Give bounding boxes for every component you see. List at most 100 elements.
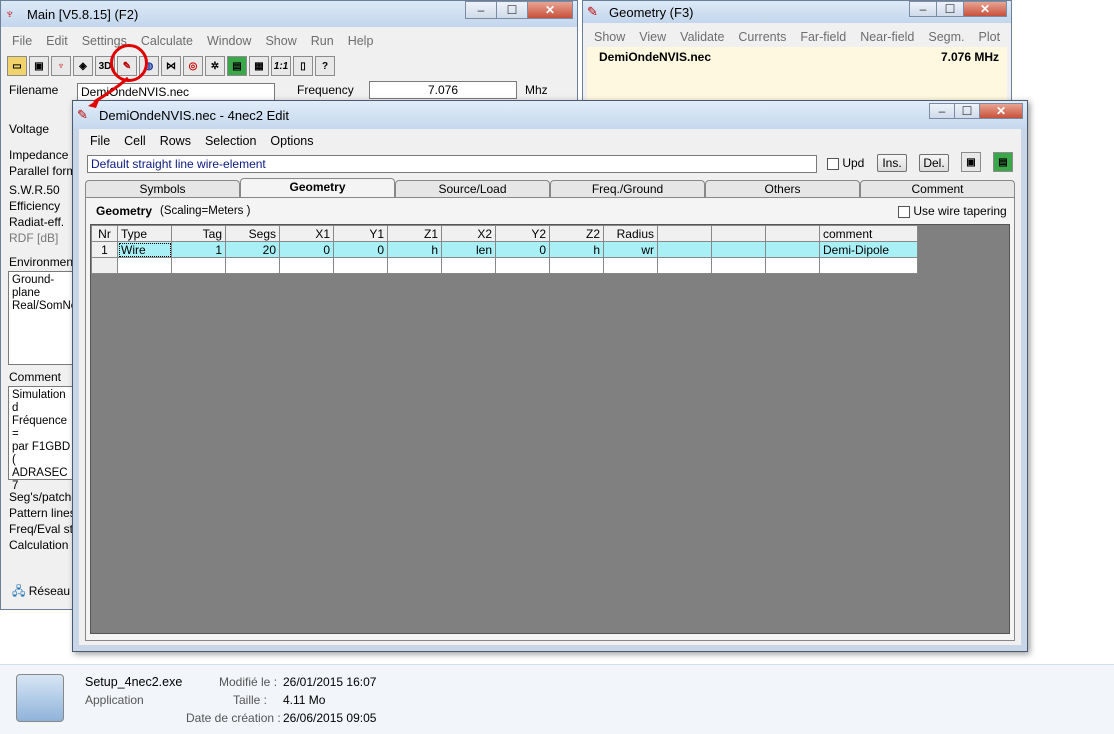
col-x1: X1	[279, 225, 334, 242]
frequency-field[interactable]: 7.076	[369, 81, 517, 99]
one-to-one-button[interactable]: 1:1	[271, 56, 291, 76]
cell-empty[interactable]	[441, 257, 496, 274]
cell-y2[interactable]: 0	[495, 241, 550, 258]
tab-symbols[interactable]: Symbols	[85, 180, 240, 198]
cell-x2[interactable]: len	[441, 241, 496, 258]
insert-button[interactable]: Ins.	[877, 154, 907, 172]
tab-others[interactable]: Others	[705, 180, 860, 198]
geo-menu-far-field[interactable]: Far-field	[793, 30, 853, 44]
cell-z2[interactable]: h	[549, 241, 604, 258]
cell-empty[interactable]	[603, 257, 658, 274]
table-row[interactable]	[91, 257, 918, 274]
cell-empty[interactable]	[333, 257, 388, 274]
col-extra-1	[657, 225, 712, 242]
save-icon[interactable]: ▣	[29, 56, 49, 76]
geometry-maximize-button[interactable]: ☐	[936, 1, 964, 17]
geometry-close-button[interactable]: ✕	[963, 1, 1007, 17]
cell-empty[interactable]	[711, 257, 766, 274]
copy-icon[interactable]: ▣	[961, 152, 981, 172]
geo-menu-plot[interactable]: Plot	[972, 30, 1008, 44]
tapering-checkbox-box[interactable]	[898, 205, 910, 218]
minimize-button[interactable]: –	[465, 1, 497, 19]
tab-geometry[interactable]: Geometry	[240, 178, 395, 198]
edit-maximize-button[interactable]: ☐	[954, 103, 980, 119]
cell-radius[interactable]: wr	[603, 241, 658, 258]
cell-empty	[91, 257, 118, 274]
cell-empty[interactable]	[225, 257, 280, 274]
edit-menu-cell[interactable]: Cell	[117, 134, 153, 148]
geo-menu-near-field[interactable]: Near-field	[853, 30, 921, 44]
calculator-icon[interactable]: ▤	[227, 56, 247, 76]
impedance-label: Impedance	[9, 148, 69, 162]
menu-file[interactable]: File	[5, 34, 39, 48]
table-header-row: Nr Type Tag Segs X1 Y1 Z1 X2 Y2 Z2 Radiu…	[91, 225, 918, 242]
book-icon[interactable]: ▯	[293, 56, 313, 76]
cell-empty[interactable]	[171, 257, 226, 274]
geometry-canvas[interactable]: DemiOndeNVIS.nec 7.076 MHz	[587, 47, 1007, 103]
created-value: 26/06/2015 09:05	[283, 711, 377, 725]
open-file-icon[interactable]: ▭	[7, 56, 27, 76]
cell-extra-3[interactable]	[765, 241, 820, 258]
cell-empty[interactable]	[495, 257, 550, 274]
cell-tag[interactable]: 1	[171, 241, 226, 258]
cell-x1[interactable]: 0	[279, 241, 334, 258]
pattern-icon[interactable]: ⋈	[161, 56, 181, 76]
help-icon[interactable]: ?	[315, 56, 335, 76]
cell-type[interactable]: Wire	[117, 241, 172, 258]
description-field[interactable]: Default straight line wire-element	[87, 155, 817, 173]
comment-line: Simulation d	[12, 389, 66, 414]
geo-menu-view[interactable]: View	[632, 30, 673, 44]
tapering-checkbox[interactable]: Use wire tapering	[898, 204, 1007, 218]
geometry-minimize-button[interactable]: –	[909, 1, 937, 17]
tab-freq-ground[interactable]: Freq./Ground	[550, 180, 705, 198]
cell-empty[interactable]	[657, 257, 712, 274]
menu-show[interactable]: Show	[258, 34, 303, 48]
menu-window[interactable]: Window	[200, 34, 258, 48]
network-item[interactable]: 🖧 Réseau	[12, 582, 70, 603]
cell-y1[interactable]: 0	[333, 241, 388, 258]
cell-empty[interactable]	[387, 257, 442, 274]
settings-icon[interactable]: ✲	[205, 56, 225, 76]
tab-source-load[interactable]: Source/Load	[395, 180, 550, 198]
edit-minimize-button[interactable]: –	[929, 103, 955, 119]
menu-help[interactable]: Help	[341, 34, 381, 48]
maximize-button[interactable]: ☐	[496, 1, 528, 19]
swr-label: S.W.R.50	[9, 183, 60, 197]
menu-run[interactable]: Run	[304, 34, 341, 48]
cell-empty[interactable]	[765, 257, 820, 274]
upd-checkbox-box[interactable]	[827, 157, 839, 170]
edit-close-button[interactable]: ✕	[979, 103, 1023, 119]
edit-menu-selection[interactable]: Selection	[198, 134, 263, 148]
delete-button[interactable]: Del.	[919, 154, 949, 172]
geo-menu-segm[interactable]: Segm.	[921, 30, 971, 44]
grid-icon[interactable]: ▦	[249, 56, 269, 76]
geo-menu-currents[interactable]: Currents	[731, 30, 793, 44]
size-value: 4.11 Mo	[283, 693, 326, 707]
cell-extra-1[interactable]	[657, 241, 712, 258]
edit-menu-options[interactable]: Options	[263, 134, 320, 148]
edit-menu-file[interactable]: File	[83, 134, 117, 148]
voltage-label: Voltage	[9, 122, 50, 136]
calculator-icon[interactable]: ▤	[993, 152, 1013, 172]
table-row[interactable]: 1 Wire 1 20 0 0 h len 0 h wr Demi-Dipole	[91, 241, 918, 258]
cell-comment[interactable]: Demi-Dipole	[819, 241, 918, 258]
menu-edit[interactable]: Edit	[39, 34, 75, 48]
upd-checkbox[interactable]: Upd	[827, 156, 864, 170]
cell-segs[interactable]: 20	[225, 241, 280, 258]
cell-empty[interactable]	[549, 257, 604, 274]
menu-calculate[interactable]: Calculate	[134, 34, 200, 48]
geo-menu-show[interactable]: Show	[587, 30, 632, 44]
tab-comment[interactable]: Comment	[860, 180, 1015, 198]
cell-z1[interactable]: h	[387, 241, 442, 258]
close-button[interactable]: ✕	[527, 1, 573, 19]
main-title: Main [V5.8.15] (F2)	[27, 6, 139, 22]
cell-empty[interactable]	[819, 257, 918, 274]
cell-empty[interactable]	[117, 257, 172, 274]
target-icon[interactable]: ◎	[183, 56, 203, 76]
comment-box: Simulation d Fréquence = par F1GBD ( ADR…	[8, 386, 78, 492]
antenna-icon[interactable]: ♆	[51, 56, 71, 76]
cell-extra-2[interactable]	[711, 241, 766, 258]
cell-empty[interactable]	[279, 257, 334, 274]
geo-menu-validate[interactable]: Validate	[673, 30, 731, 44]
edit-menu-rows[interactable]: Rows	[153, 134, 198, 148]
